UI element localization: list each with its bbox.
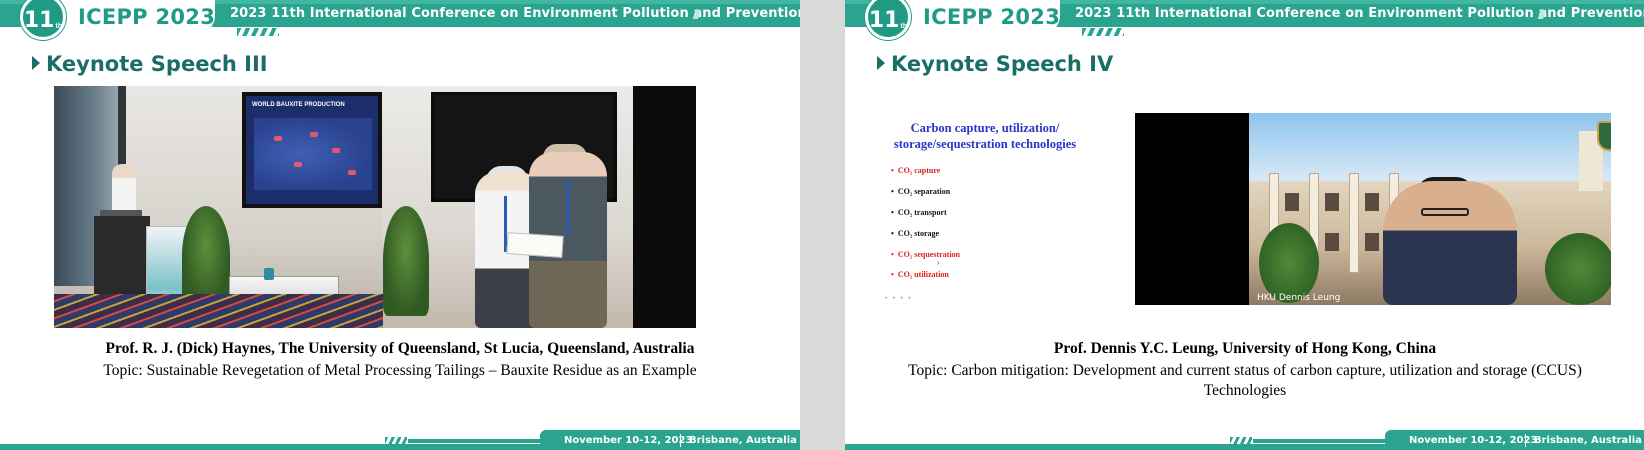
building-window	[1365, 233, 1379, 251]
footer-location: Brisbane, Australia	[1534, 434, 1642, 446]
header-slashes-decoration: ////	[1538, 8, 1545, 22]
ccus-item-label: CO₂ storage	[897, 229, 940, 238]
section-title: Keynote Speech III	[46, 52, 268, 76]
section-arrow-icon	[877, 56, 885, 70]
dark-doorway	[633, 86, 696, 328]
plant	[383, 206, 429, 316]
ccus-item-label: CO₂ capture	[897, 166, 941, 175]
ccus-item: • CO₂ sequestration	[891, 250, 960, 259]
building-window	[1325, 193, 1339, 211]
cup	[264, 268, 274, 280]
logo-suffix: th	[900, 22, 908, 30]
tree	[1545, 233, 1611, 305]
ccus-item: • CO₂ transport	[891, 208, 947, 217]
logo-text: ICEPP 2023	[923, 5, 1061, 29]
ccus-item: • CO₂ capture	[891, 166, 941, 175]
remote-speaker	[1383, 181, 1517, 305]
ccus-item: • CO₂ storage	[891, 229, 940, 238]
speech-topic: Topic: Sustainable Revegetation of Metal…	[103, 362, 697, 379]
plant	[182, 206, 230, 306]
building-column	[1349, 173, 1359, 273]
logo-number: 11	[23, 7, 55, 33]
slide-keynote-3: 11 th ICEPP 2023 2023 11th International…	[0, 0, 800, 450]
map-marker	[310, 132, 318, 137]
header-stripes-decoration	[237, 28, 279, 36]
arrow-icon: ›	[937, 260, 940, 267]
footer-thin-bar	[1253, 439, 1385, 443]
photo-speaker-podium: WORLD BAUXITE PRODUCTION	[54, 86, 383, 328]
footer-separator	[1525, 433, 1526, 447]
building-window	[1285, 193, 1299, 211]
carpet	[54, 294, 383, 328]
header-stripes-decoration	[1082, 28, 1124, 36]
video-participant-label: HKU Dennis Leung	[1257, 293, 1341, 303]
ccus-slide-panel: Carbon capture, utilization/ storage/seq…	[865, 110, 1105, 302]
header-slashes-decoration: ////	[693, 8, 700, 22]
palm-tree	[1259, 223, 1319, 303]
building-window	[1365, 193, 1379, 211]
footer-stripes-decoration	[1230, 437, 1252, 444]
logo-text: ICEPP 2023	[78, 5, 216, 29]
conference-title: 2023 11th International Conference on En…	[230, 6, 800, 21]
building-window	[1325, 233, 1339, 251]
photo-certificate-presentation	[383, 86, 696, 328]
ccus-item-label: CO₂ transport	[897, 208, 947, 217]
footer-stripes-decoration	[385, 437, 407, 444]
slide-keynote-4: 11 th ICEPP 2023 2023 11th International…	[845, 0, 1644, 450]
footer-thin-bar	[408, 439, 540, 443]
screen-caption: WORLD BAUXITE PRODUCTION	[252, 102, 345, 108]
map-marker	[332, 148, 340, 153]
ccus-title: Carbon capture, utilization/ storage/seq…	[893, 121, 1077, 151]
footer-date: November 10-12, 2023	[1409, 434, 1538, 446]
footer-info-box: November 10-12, 2023 Brisbane, Australia	[540, 430, 800, 450]
speaker-name: Prof. Dennis Y.C. Leung, University of H…	[1053, 340, 1437, 357]
world-map	[254, 118, 372, 190]
map-marker	[274, 136, 282, 141]
conference-title: 2023 11th International Conference on En…	[1075, 6, 1644, 21]
section-title: Keynote Speech IV	[891, 52, 1114, 76]
section-arrow-icon	[32, 56, 40, 70]
ccus-item: • CO₂ separation	[891, 187, 951, 196]
map-marker	[348, 170, 356, 175]
glasses	[1421, 208, 1469, 216]
speech-topic: Topic: Carbon mitigation: Development an…	[908, 362, 1582, 399]
map-marker	[294, 162, 302, 167]
logo-number: 11	[868, 7, 900, 33]
ccus-item-label: CO₂ separation	[897, 187, 951, 196]
footer-date: November 10-12, 2023	[564, 434, 693, 446]
logo-suffix: th	[55, 22, 63, 30]
certificate	[506, 232, 564, 258]
presentation-screen: WORLD BAUXITE PRODUCTION	[242, 92, 382, 208]
ccus-item-label: CO₂ sequestration	[897, 250, 960, 259]
video-feed: HKU Dennis Leung	[1135, 113, 1611, 305]
hku-crest-logo	[1597, 121, 1611, 151]
footer-location: Brisbane, Australia	[689, 434, 797, 446]
conference-logo-badge: 11 th	[865, 0, 911, 40]
conference-logo-badge: 11 th	[20, 0, 66, 40]
lanyard	[567, 180, 570, 236]
footer-separator	[680, 433, 681, 447]
speaker-name: Prof. R. J. (Dick) Haynes, The Universit…	[105, 340, 695, 357]
dotted-line-decoration: • • • •	[885, 296, 913, 302]
ccus-item-label: CO₂ utilization	[897, 270, 949, 279]
footer-info-box: November 10-12, 2023 Brisbane, Australia	[1385, 430, 1644, 450]
ccus-item: • CO₂ utilization	[891, 270, 949, 279]
